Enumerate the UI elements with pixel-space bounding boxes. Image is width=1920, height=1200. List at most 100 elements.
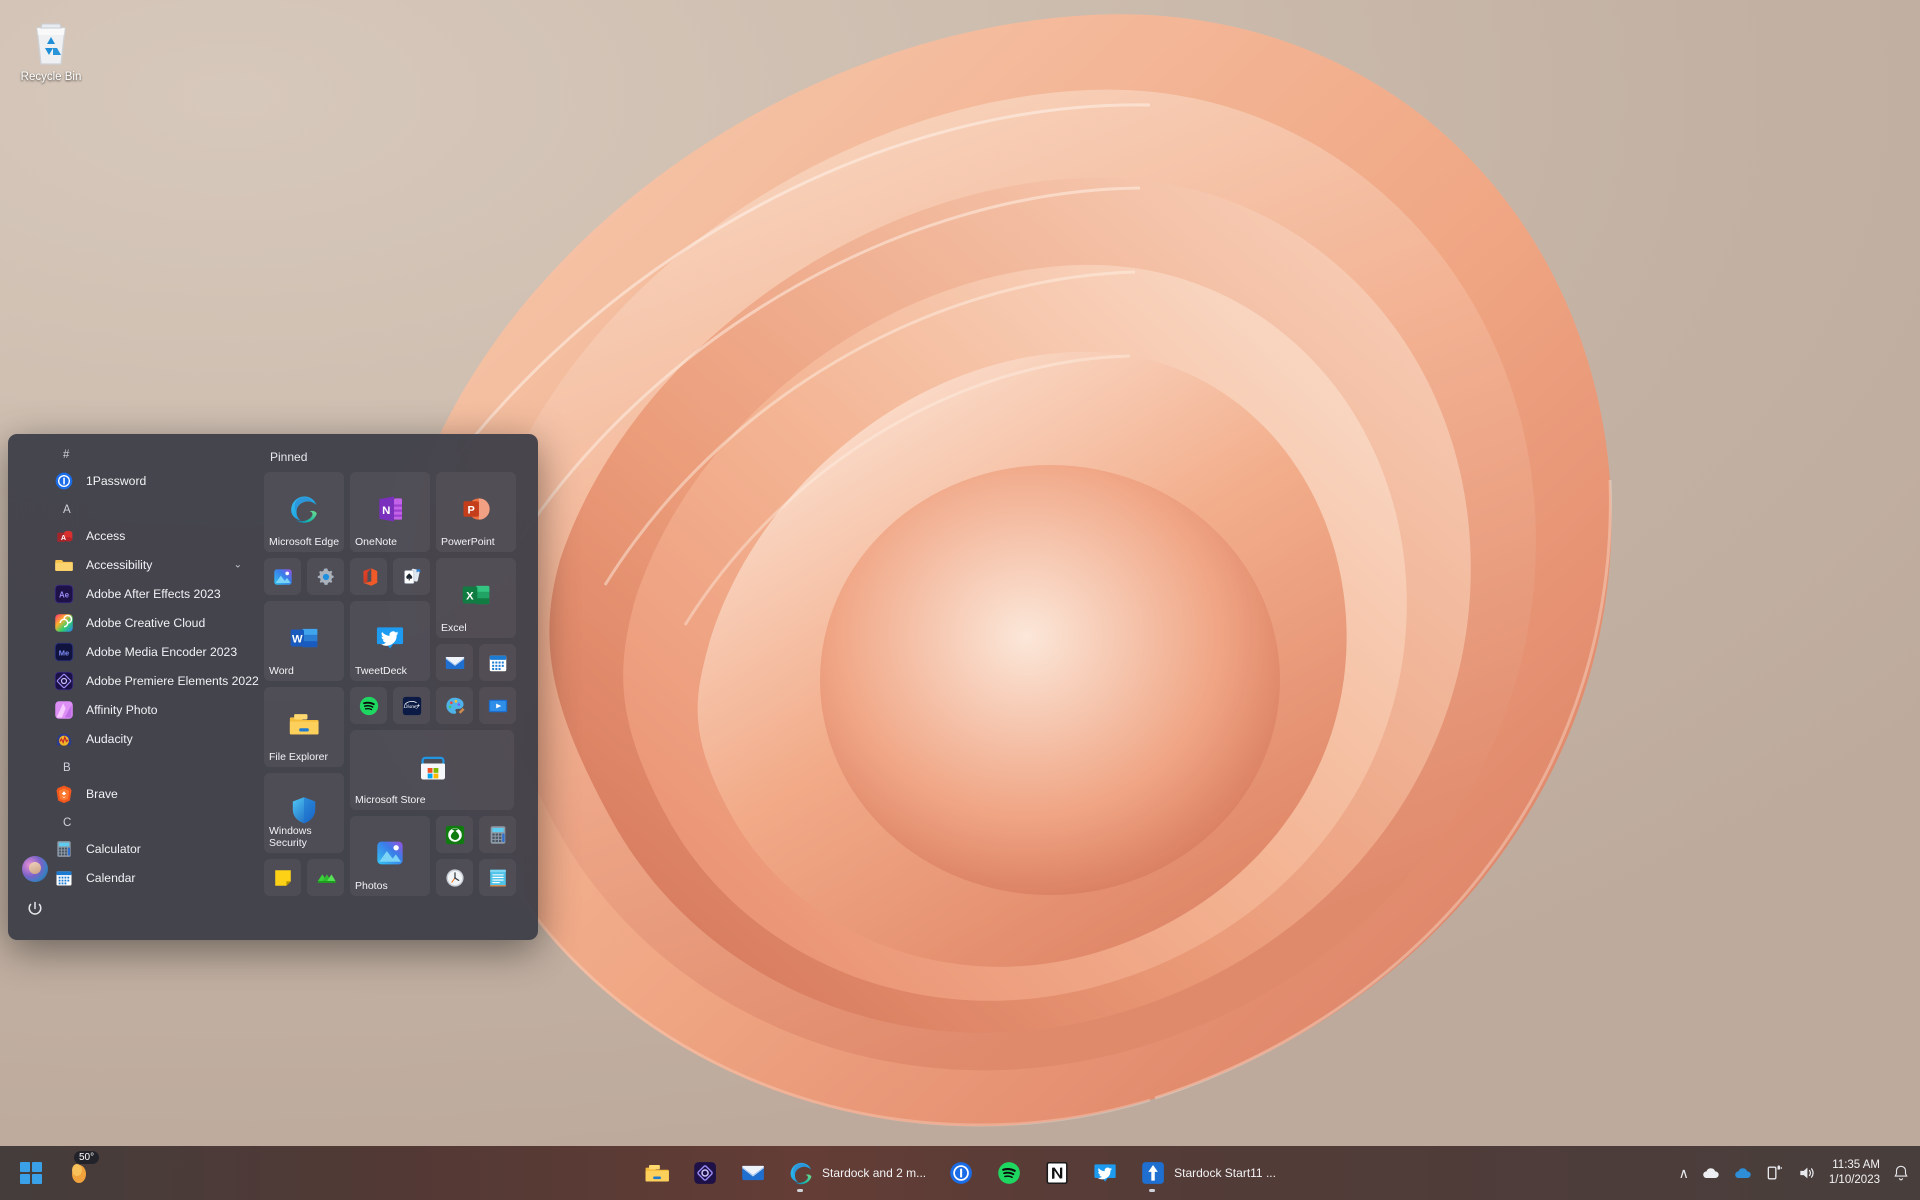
pinned-tile-sticky-notes[interactable] [264, 859, 301, 896]
system-tray[interactable]: ∧ 11:35 AM 1/10/2023 [1679, 1158, 1910, 1188]
app-group-letter: B [63, 762, 71, 774]
onedrive-blue-icon[interactable] [1733, 1163, 1753, 1183]
taskbar-clock[interactable]: 11:35 AM 1/10/2023 [1829, 1158, 1880, 1188]
notion-icon [1046, 1161, 1068, 1185]
money-icon [317, 873, 336, 883]
pinned-tile-mail[interactable] [436, 644, 473, 681]
pinned-tile-microsoft-edge[interactable]: Microsoft Edge [264, 472, 344, 552]
media-encoder-icon: Me [54, 642, 74, 661]
taskbar-app-spotify[interactable] [990, 1153, 1028, 1193]
pinned-tile-microsoft-store[interactable]: Microsoft Store [350, 730, 514, 810]
notepad-icon [487, 867, 509, 889]
pinned-tile-spotify[interactable] [350, 687, 387, 724]
file-explorer-icon [289, 714, 319, 735]
app-list-item[interactable]: Me Adobe Media Encoder 2023 [8, 637, 264, 666]
money-icon [315, 867, 337, 889]
pinned-tile-solitaire[interactable] [393, 558, 430, 595]
taskbar-app-1password[interactable] [942, 1153, 980, 1193]
app-list-item[interactable]: Ae Adobe After Effects 2023 [8, 579, 264, 608]
app-list-item[interactable]: Accessibility ⌄ [8, 550, 264, 579]
adobe-premiere-icon [692, 1160, 718, 1186]
calculator-icon [54, 839, 74, 859]
app-list-item[interactable]: Adobe Premiere Elements 2022 [8, 666, 264, 695]
desktop-icon-recycle-bin[interactable]: Recycle Bin [14, 18, 88, 84]
adobe-premiere-icon [694, 1162, 716, 1184]
all-apps-list[interactable]: #1Password A A Access Accessibility ⌄ Ae Adobe … [8, 434, 264, 940]
volume-icon[interactable] [1797, 1163, 1817, 1183]
taskbar-app-adobe-premiere[interactable] [686, 1153, 724, 1193]
taskbar-app-buttons[interactable]: Stardock and 2 m... Stardock Start11 ... [638, 1153, 1282, 1193]
pinned-tile-onenote[interactable]: N OneNote [350, 472, 430, 552]
app-list-item[interactable]: Adobe Creative Cloud [8, 608, 264, 637]
pinned-tile-excel[interactable]: X Excel [436, 558, 516, 638]
pinned-tile-windows-security[interactable]: Windows Security [264, 773, 344, 853]
weather-sun-icon [72, 1164, 86, 1183]
pinned-heading: Pinned [270, 450, 308, 464]
pinned-tile-paint[interactable] [436, 687, 473, 724]
taskbar-weather-widget[interactable]: 50° [62, 1151, 100, 1193]
file-explorer-icon [644, 1160, 670, 1186]
pinned-tile-tweetdeck[interactable]: TweetDeck [350, 601, 430, 681]
start-menu[interactable]: #1Password A A Access Accessibility ⌄ Ae Adobe … [8, 434, 538, 940]
office-icon [358, 566, 380, 588]
taskbar-left-group: 50° [14, 1151, 100, 1193]
app-group-letter: A [63, 504, 71, 516]
onenote-icon: N [379, 496, 402, 522]
network-icon[interactable] [1765, 1163, 1785, 1183]
spotify-icon [996, 1160, 1022, 1186]
svg-text:A: A [61, 533, 66, 541]
taskbar-app-twitter[interactable] [1086, 1153, 1124, 1193]
1password-icon [948, 1160, 974, 1186]
taskbar-app-mail[interactable] [734, 1153, 772, 1193]
notification-bell-icon[interactable] [1892, 1163, 1910, 1183]
taskbar-app-notion[interactable] [1038, 1153, 1076, 1193]
pinned-tile-label: Windows Security [269, 825, 312, 849]
pinned-tile-disney-plus[interactable]: Disney + [393, 687, 430, 724]
pinned-tile-clock[interactable] [436, 859, 473, 896]
app-group-letter: C [63, 817, 72, 829]
taskbar[interactable]: 50° Stardock and 2 m... Stardock Start11 … [0, 1146, 1920, 1200]
pinned-tile-grid[interactable]: Microsoft Edge N OneNote P PowerPoint X Excel W… [264, 472, 526, 912]
pinned-tile-notepad[interactable] [479, 859, 516, 896]
onenote-icon: N [374, 493, 406, 525]
start-button[interactable] [14, 1153, 48, 1193]
taskbar-app-file-explorer[interactable] [638, 1153, 676, 1193]
pinned-tile-settings-gear[interactable] [307, 558, 344, 595]
microsoft-store-icon [417, 752, 447, 782]
pinned-tile-word[interactable]: W Word [264, 601, 344, 681]
pinned-tile-calendar[interactable] [479, 644, 516, 681]
taskbar-app-start11[interactable]: Stardock Start11 ... [1134, 1153, 1282, 1193]
pinned-tile-powerpoint[interactable]: P PowerPoint [436, 472, 516, 552]
pinned-tile-money[interactable] [307, 859, 344, 896]
app-list-item-label: Calendar [86, 870, 136, 885]
microsoft-edge-icon [788, 1160, 814, 1186]
pinned-tile-label: Microsoft Edge [269, 535, 340, 548]
user-avatar[interactable] [22, 856, 48, 882]
power-icon[interactable] [24, 898, 46, 920]
start-menu-footer [8, 840, 56, 940]
mail-icon [742, 1165, 764, 1181]
app-list-item[interactable]: Brave [8, 779, 264, 808]
app-list-item[interactable]: 1Password [8, 466, 264, 495]
premiere-elements-icon [54, 671, 74, 690]
app-list-item-label: 1Password [86, 473, 147, 488]
pinned-tile-office[interactable] [350, 558, 387, 595]
xbox-icon [445, 825, 464, 844]
taskbar-app-microsoft-edge[interactable]: Stardock and 2 m... [782, 1153, 932, 1193]
app-list-item[interactable]: Audacity [8, 724, 264, 753]
weather-temperature: 50° [74, 1151, 100, 1164]
chevron-down-icon[interactable]: ⌄ [234, 559, 242, 570]
pinned-tile-photos[interactable] [264, 558, 301, 595]
pinned-tile-movies-tv[interactable] [479, 687, 516, 724]
app-list-item[interactable]: Affinity Photo [8, 695, 264, 724]
premiere-elements-icon [54, 671, 74, 691]
settings-gear-icon [315, 566, 337, 588]
tray-overflow-icon[interactable]: ∧ [1679, 1165, 1689, 1182]
pinned-tile-xbox[interactable] [436, 816, 473, 853]
all-apps-scroll-area[interactable]: #1Password A A Access Accessibility ⌄ Ae Adobe … [8, 440, 264, 895]
onedrive-cloud-icon[interactable] [1701, 1163, 1721, 1183]
pinned-tile-file-explorer[interactable]: File Explorer [264, 687, 344, 767]
pinned-tile-photos[interactable]: Photos [350, 816, 430, 896]
app-list-item[interactable]: A Access [8, 521, 264, 550]
pinned-tile-calculator[interactable] [479, 816, 516, 853]
